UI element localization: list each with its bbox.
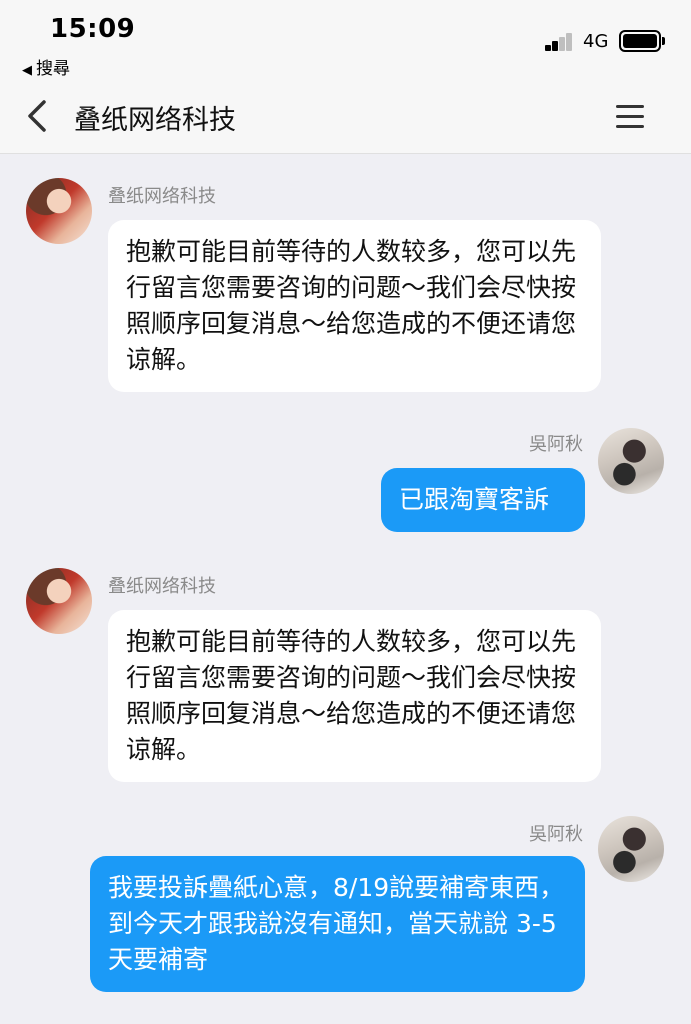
signal-strength-icon	[545, 33, 577, 51]
message-bubble-outgoing[interactable]: 我要投訴疊紙心意，8/19說要補寄東西，到今天才跟我說沒有通知，當天就說 3-5…	[90, 856, 585, 992]
battery-icon	[619, 30, 665, 52]
status-bar: 15:09 ◀ 搜尋 4G	[0, 0, 691, 80]
menu-icon[interactable]	[612, 102, 652, 134]
user-avatar[interactable]	[598, 816, 664, 882]
user-avatar[interactable]	[598, 428, 664, 494]
seller-avatar[interactable]	[26, 568, 92, 634]
message-bubble-incoming[interactable]: 抱歉可能目前等待的人数较多，您可以先行留言您需要咨询的问题～我们会尽快按照顺序回…	[108, 220, 601, 392]
chat-title: 叠纸网络科技	[74, 105, 236, 136]
sender-name: 叠纸网络科技	[108, 186, 216, 207]
network-type: 4G	[583, 31, 609, 52]
back-to-app-link[interactable]: ◀ 搜尋	[22, 54, 70, 79]
back-triangle-icon: ◀	[22, 63, 32, 78]
sender-name: 吳阿秋	[529, 824, 583, 845]
message-bubble-incoming[interactable]: 抱歉可能目前等待的人数较多，您可以先行留言您需要咨询的问题～我们会尽快按照顺序回…	[108, 610, 601, 782]
chat-list[interactable]: 叠纸网络科技 抱歉可能目前等待的人数较多，您可以先行留言您需要咨询的问题～我们会…	[0, 154, 691, 1024]
sender-name: 吳阿秋	[529, 434, 583, 455]
status-time: 15:09	[50, 14, 136, 44]
nav-bar: 叠纸网络科技	[0, 80, 691, 154]
sender-name: 叠纸网络科技	[108, 576, 216, 597]
back-app-label: 搜尋	[36, 59, 70, 79]
message-bubble-outgoing[interactable]: 已跟淘寶客訴	[381, 468, 585, 532]
back-chevron-icon[interactable]	[20, 96, 56, 136]
seller-avatar[interactable]	[26, 178, 92, 244]
